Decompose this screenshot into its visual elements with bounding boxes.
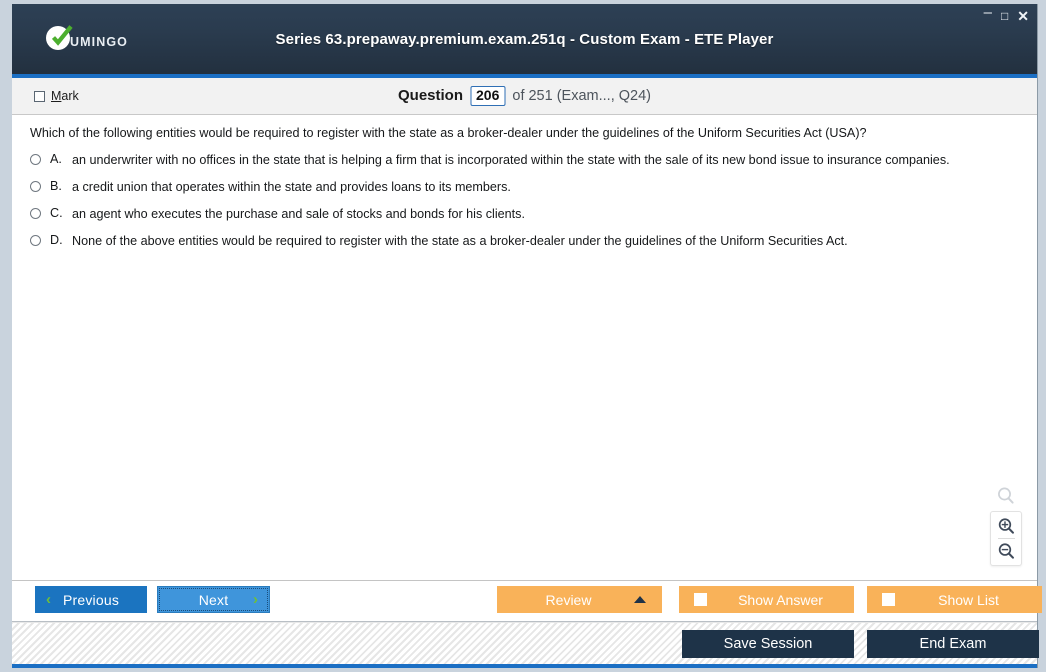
vumingo-check-logo-icon (46, 25, 73, 52)
magnifier-icon[interactable] (993, 483, 1019, 509)
question-header-bar: Mark Question 206 of 251 (Exam..., Q24) (12, 78, 1037, 115)
question-number-field[interactable]: 206 (470, 85, 506, 107)
maximize-icon[interactable]: □ (1001, 10, 1008, 22)
close-icon[interactable]: ✕ (1017, 9, 1029, 23)
answer-option-a[interactable]: A. an underwriter with no offices in the… (30, 152, 1017, 179)
show-answer-button[interactable]: Show Answer (679, 586, 854, 613)
next-button[interactable]: Next › (157, 586, 270, 613)
question-word-label: Question (398, 87, 464, 105)
radio-option-b[interactable] (30, 181, 41, 192)
navigation-toolbar: ‹ Previous Next › Review Show Answer Sho… (12, 581, 1042, 622)
save-session-button[interactable]: Save Session (682, 630, 854, 658)
question-stem: Which of the following entities would be… (30, 126, 867, 140)
show-answer-button-label: Show Answer (738, 591, 823, 608)
end-exam-button[interactable]: End Exam (867, 630, 1039, 658)
question-total-label: of 251 (Exam..., Q24) (512, 87, 651, 104)
option-letter: B. (50, 179, 62, 193)
option-text: None of the above entities would be requ… (72, 234, 848, 248)
zoom-out-icon[interactable] (993, 539, 1019, 563)
option-text: an agent who executes the purchase and s… (72, 207, 525, 221)
mark-label: Mark (51, 89, 79, 103)
zoom-panel (990, 511, 1022, 566)
answer-option-d[interactable]: D. None of the above entities would be r… (30, 233, 1017, 260)
minimize-icon[interactable]: – (984, 5, 992, 20)
answer-options-list: A. an underwriter with no offices in the… (30, 152, 1017, 260)
chevron-right-icon: › (253, 591, 258, 608)
option-text: a credit union that operates within the … (72, 180, 511, 194)
show-list-button[interactable]: Show List (867, 586, 1042, 613)
radio-option-d[interactable] (30, 235, 41, 246)
show-list-button-label: Show List (938, 591, 999, 608)
option-text: an underwriter with no offices in the st… (72, 153, 950, 167)
radio-option-a[interactable] (30, 154, 41, 165)
checkbox-square-icon (882, 593, 895, 606)
green-check-icon (51, 25, 73, 46)
question-counter: Question 206 of 251 (Exam..., Q24) (398, 85, 651, 107)
checkbox-square-icon (694, 593, 707, 606)
logo-wordmark: UMINGO (70, 35, 128, 50)
ete-player-window: UMINGO Series 63.prepaway.premium.exam.2… (12, 4, 1042, 668)
radio-option-c[interactable] (30, 208, 41, 219)
option-letter: C. (50, 206, 63, 220)
option-letter: D. (50, 233, 63, 247)
chevron-left-icon: ‹ (46, 591, 51, 608)
answer-option-c[interactable]: C. an agent who executes the purchase an… (30, 206, 1017, 233)
window-title: Series 63.prepaway.premium.exam.251q - C… (275, 30, 774, 48)
title-bar: UMINGO Series 63.prepaway.premium.exam.2… (12, 4, 1037, 78)
question-content-pane: Which of the following entities would be… (12, 115, 1037, 581)
review-button[interactable]: Review (497, 586, 662, 613)
zoom-in-icon[interactable] (993, 514, 1019, 538)
next-button-label: Next (198, 591, 229, 608)
option-letter: A. (50, 152, 62, 166)
zoom-tool-group (989, 483, 1023, 566)
mark-accel-letter: M (51, 89, 62, 103)
vumingo-logo: UMINGO (46, 24, 128, 54)
window-controls: – □ ✕ (984, 5, 1029, 23)
previous-button-label: Previous (62, 591, 120, 608)
mark-label-rest: ark (61, 89, 79, 103)
mark-checkbox[interactable] (34, 90, 45, 102)
previous-button[interactable]: ‹ Previous (35, 586, 147, 613)
status-bar: Save Session End Exam (12, 622, 1039, 668)
caret-up-icon (634, 596, 646, 603)
mark-checkbox-group[interactable]: Mark (34, 89, 79, 103)
answer-option-b[interactable]: B. a credit union that operates within t… (30, 179, 1017, 206)
